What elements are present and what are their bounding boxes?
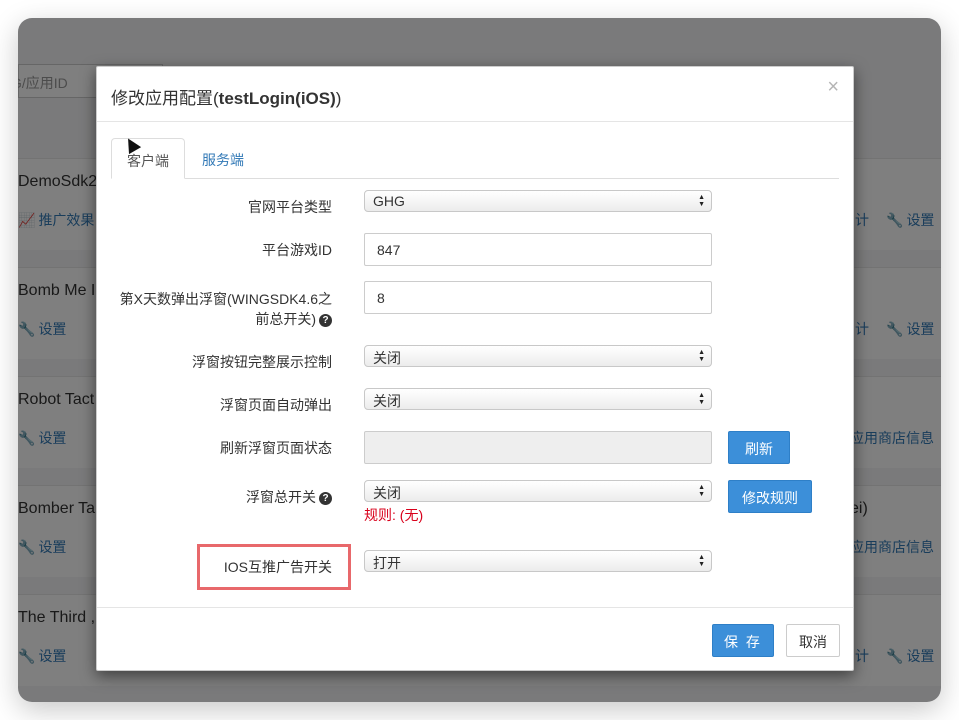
ios-cross-promo-label: IOS互推广告开关 [223,559,332,575]
modal-header: 修改应用配置(testLogin(iOS)) × [97,67,853,122]
edit-app-config-dialog: 修改应用配置(testLogin(iOS)) × 客户端 服务端 官网平台类型 … [96,66,854,671]
close-icon[interactable]: × [827,77,839,97]
save-button[interactable]: 保 存 [712,624,774,657]
modal-footer: 保 存 取消 [97,607,853,670]
config-tabs: 客户端 服务端 [111,138,839,179]
refresh-status-label: 刷新浮窗页面状态 [220,440,332,456]
select-arrows-icon: ▲ ▼ [698,194,705,208]
tab-server[interactable]: 服务端 [187,138,259,179]
question-circle-icon[interactable]: ? [319,492,332,505]
select-arrows-icon: ▲ ▼ [698,349,705,363]
float-master-label: 浮窗总开关? [246,487,332,507]
float-master-select[interactable]: 关闭 ▲ ▼ [364,480,712,502]
question-circle-icon[interactable]: ? [319,314,332,327]
float-full-display-select[interactable]: 关闭 ▲ ▼ [364,345,712,367]
popup-day-label: 第X天数弹出浮窗(WINGSDK4.6之 前总开关)? [119,291,332,327]
game-id-input[interactable]: 847 [364,233,712,266]
float-full-display-label: 浮窗按钮完整展示控制 [192,354,332,370]
rule-text: 规则: (无) [364,507,424,523]
select-arrows-icon: ▲ ▼ [698,554,705,568]
tab-client[interactable]: 客户端 [111,138,185,179]
platform-type-label: 官网平台类型 [248,199,332,215]
float-auto-popup-select[interactable]: 关闭 ▲ ▼ [364,388,712,410]
refresh-button[interactable]: 刷新 [728,431,790,464]
game-id-label: 平台游戏ID [262,242,332,258]
modal-title: 修改应用配置(testLogin(iOS)) [111,89,342,108]
float-auto-popup-label: 浮窗页面自动弹出 [220,397,332,413]
select-arrows-icon: ▲ ▼ [698,392,705,406]
platform-type-select[interactable]: GHG ▲ ▼ [364,190,712,212]
cancel-button[interactable]: 取消 [786,624,840,657]
refresh-status-input [364,431,712,464]
ios-cross-promo-select[interactable]: 打开 ▲ ▼ [364,550,712,572]
popup-day-input[interactable]: 8 [364,281,712,314]
select-arrows-icon: ▲ ▼ [698,484,705,498]
edit-rule-button[interactable]: 修改规则 [728,480,812,513]
